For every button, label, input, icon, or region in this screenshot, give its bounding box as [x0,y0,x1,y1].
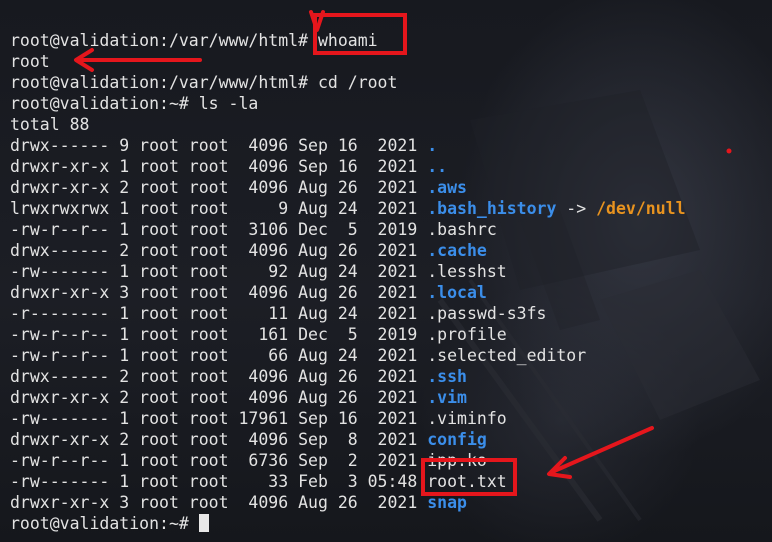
annotation-overlay [74,10,654,479]
arrow-left-annotation-icon [74,48,202,72]
whoami-highlight-box [313,13,407,55]
root-txt-highlight-box [421,458,517,496]
arrow-pointing-root-txt-icon [547,426,654,479]
